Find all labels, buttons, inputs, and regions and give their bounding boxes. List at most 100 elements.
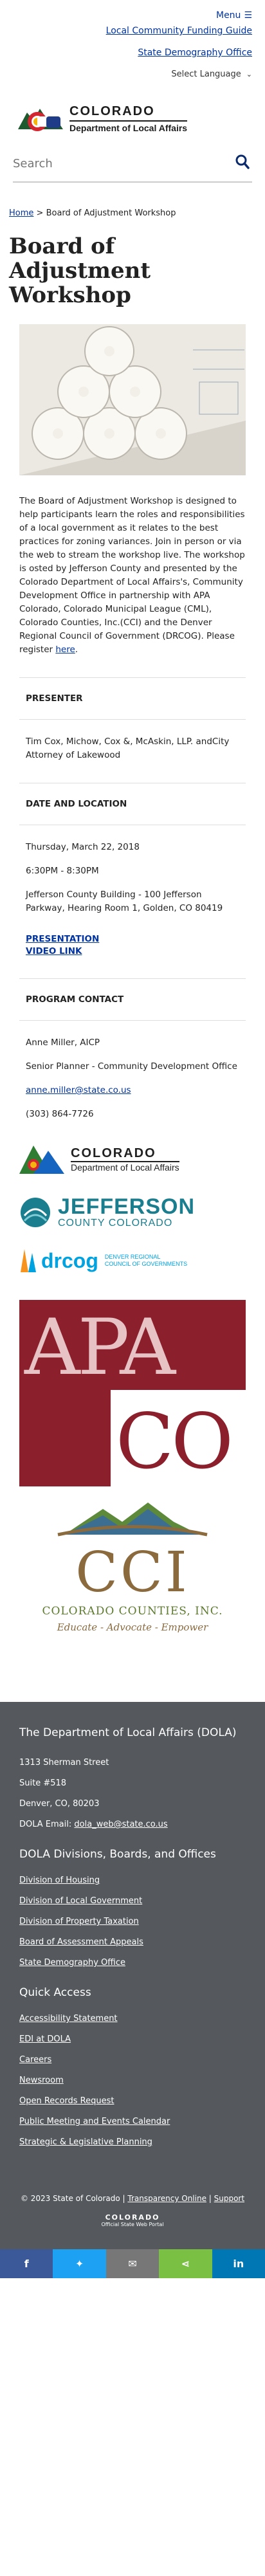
share-bar: f ✦ ✉ ⋖ in — [0, 2249, 265, 2278]
footer-link-careers[interactable]: Careers — [19, 2050, 246, 2070]
date-location-section: DATE AND LOCATION — [26, 799, 239, 809]
site-footer: The Department of Local Affairs (DOLA) 1… — [0, 1702, 265, 2249]
presenter-section: PRESENTER — [26, 693, 239, 704]
search-input[interactable] — [13, 145, 206, 181]
email-label: DOLA Email: — [19, 1820, 72, 1829]
language-label: Select Language — [171, 69, 241, 79]
facebook-icon[interactable]: f — [0, 2249, 53, 2278]
breadcrumb-separator: > — [36, 208, 44, 218]
quick-access-title: Quick Access — [19, 1986, 91, 1999]
chevron-down-icon: ⌄ — [246, 70, 252, 78]
drcog-sub2: COUNCIL OF GOVERNMENTS — [104, 1261, 188, 1267]
presenter-body: Tim Cox, Michow, Cox &, McAskin, LLP. an… — [26, 735, 239, 762]
top-bar: Menu ☰ — [0, 0, 265, 26]
menu-button[interactable]: Menu ☰ — [216, 10, 252, 21]
colorado-logo-icon — [18, 104, 63, 133]
address-line2: Suite #518 — [19, 1778, 67, 1788]
demography-office-link[interactable]: State Demography Office — [0, 48, 252, 58]
breadcrumb-current: Board of Adjustment Workshop — [46, 208, 176, 218]
footer-link-property-taxation[interactable]: Division of Property Taxation — [19, 1912, 246, 1932]
event-location: Jefferson County Building - 100 Jefferso… — [26, 890, 223, 913]
cci-logo: CCI COLORADO COUNTIES, INC. Educate - Ad… — [19, 1499, 246, 1683]
jefferson-line2: COUNTY COLORADO — [58, 1218, 173, 1229]
description-end: . — [75, 644, 78, 655]
presenter-heading: PRESENTER — [26, 693, 83, 704]
support-link[interactable]: Support — [214, 2194, 244, 2203]
dola-badge-text: DOLA — [44, 1147, 60, 1153]
contact-email-link[interactable]: anne.miller@state.co.us — [26, 1085, 131, 1095]
jefferson-line1: JEFFERSON — [58, 1194, 196, 1219]
footer-link-open-records[interactable]: Open Records Request — [19, 2091, 246, 2112]
footer-link-strategic-planning[interactable]: Strategic & Legislative Planning — [19, 2132, 246, 2153]
resource-links: PRESENTATION VIDEO LINK — [26, 933, 239, 958]
date-location-body: Thursday, March 22, 2018 6:30PM - 8:30PM… — [26, 841, 239, 915]
footer-link-assessment-appeals[interactable]: Board of Assessment Appeals — [19, 1932, 246, 1953]
footer-logo-line2: Official State Web Portal — [101, 2222, 164, 2227]
footer-link-housing[interactable]: Division of Housing — [19, 1870, 246, 1891]
description-text: The Board of Adjustment Workshop is desi… — [19, 496, 245, 655]
footer-logo-line1: COLORADO — [105, 2213, 160, 2222]
footer-link-demography[interactable]: State Demography Office — [19, 1953, 246, 1973]
hamburger-icon: ☰ — [244, 10, 252, 21]
footer-link-edi[interactable]: EDI at DOLA — [19, 2029, 246, 2050]
date-location-heading: DATE AND LOCATION — [26, 799, 127, 809]
breadcrumb-home[interactable]: Home — [9, 208, 33, 218]
search-bar — [13, 145, 252, 183]
apa-colorado-logo: APA CO — [19, 1300, 246, 1486]
dola-logo-line1: COLORADO — [71, 1146, 156, 1160]
utility-links: Local Community Funding Guide State Demo… — [0, 26, 265, 58]
drcog-logo: drcog DENVER REGIONAL COUNCIL OF GOVERNM… — [19, 1238, 246, 1283]
footer-address: 1313 Sherman Street Suite #518 Denver, C… — [19, 1753, 246, 1835]
cci-mark: CCI — [75, 1540, 190, 1605]
event-date: Thursday, March 22, 2018 — [26, 842, 140, 852]
footer-email-link[interactable]: dola_web@state.co.us — [74, 1820, 167, 1829]
footer-link-local-government[interactable]: Division of Local Government — [19, 1891, 246, 1912]
cci-tagline: Educate - Advocate - Empower — [57, 1621, 208, 1633]
contact-body: Anne Miller, AICP Senior Planner - Commu… — [26, 1036, 239, 1121]
logo-text: COLORADO Department of Local Affairs — [69, 104, 188, 133]
presenter-text: Tim Cox, Michow, Cox &, McAskin, LLP. an… — [26, 736, 230, 760]
register-link[interactable]: here — [55, 644, 75, 655]
dola-logo-line2: Department of Local Affairs — [71, 1160, 179, 1173]
twitter-icon[interactable]: ✦ — [53, 2249, 106, 2278]
copyright-text: © 2023 State of Colorado — [20, 2194, 120, 2203]
share-icon[interactable]: ⋖ — [159, 2249, 212, 2278]
presentation-link[interactable]: PRESENTATION — [26, 933, 239, 945]
footer-link-events-calendar[interactable]: Public Meeting and Events Calendar — [19, 2112, 246, 2132]
video-link[interactable]: VIDEO LINK — [26, 945, 239, 958]
cci-mountains-icon — [57, 1503, 208, 1537]
email-icon[interactable]: ✉ — [105, 2249, 160, 2278]
contact-name: Anne Miller, AICP — [26, 1037, 100, 1048]
funding-guide-link[interactable]: Local Community Funding Guide — [0, 26, 252, 36]
contact-section: PROGRAM CONTACT — [26, 994, 239, 1005]
contact-title: Senior Planner - Community Development O… — [26, 1061, 237, 1072]
contact-heading: PROGRAM CONTACT — [26, 994, 124, 1005]
address-line3: Denver, CO, 80203 — [19, 1799, 100, 1809]
logo-line2: Department of Local Affairs — [69, 120, 188, 133]
address-line1: 1313 Sherman Street — [19, 1758, 109, 1768]
footer-link-newsroom[interactable]: Newsroom — [19, 2070, 246, 2091]
apa-co-wordmark: CO — [116, 1397, 233, 1486]
transparency-link[interactable]: Transparency Online — [127, 2194, 206, 2203]
divisions-group: DOLA Divisions, Boards, and Offices Divi… — [19, 1848, 246, 1973]
partner-logos: DOLA COLORADO Department of Local Affair… — [19, 1137, 246, 1683]
event-time: 6:30PM - 8:30PM — [26, 866, 99, 876]
quick-access-group: Quick Access Accessibility Statement EDI… — [19, 1986, 246, 2153]
drcog-mark-icon — [21, 1249, 36, 1272]
contact-phone: (303) 864-7726 — [26, 1109, 94, 1119]
footer-copyright: © 2023 State of Colorado | Transparency … — [20, 2194, 245, 2203]
divider — [19, 719, 246, 720]
linkedin-icon[interactable]: in — [212, 2249, 265, 2278]
dola-mark-icon: DOLA — [19, 1146, 64, 1174]
site-logo[interactable]: COLORADO Department of Local Affairs — [0, 91, 265, 145]
footer-org-title: The Department of Local Affairs (DOLA) — [19, 1726, 237, 1739]
search-icon[interactable] — [235, 154, 250, 172]
workshop-description: The Board of Adjustment Workshop is desi… — [19, 495, 246, 657]
language-select[interactable]: Select Language ⌄ — [0, 69, 265, 91]
divider — [19, 978, 246, 979]
hero-image-blueprints — [19, 324, 246, 475]
footer-link-accessibility[interactable]: Accessibility Statement — [19, 2009, 246, 2029]
divider — [19, 677, 246, 678]
divider — [19, 1020, 246, 1021]
footer-colorado-logo[interactable]: COLORADO Official State Web Portal — [19, 2213, 246, 2236]
